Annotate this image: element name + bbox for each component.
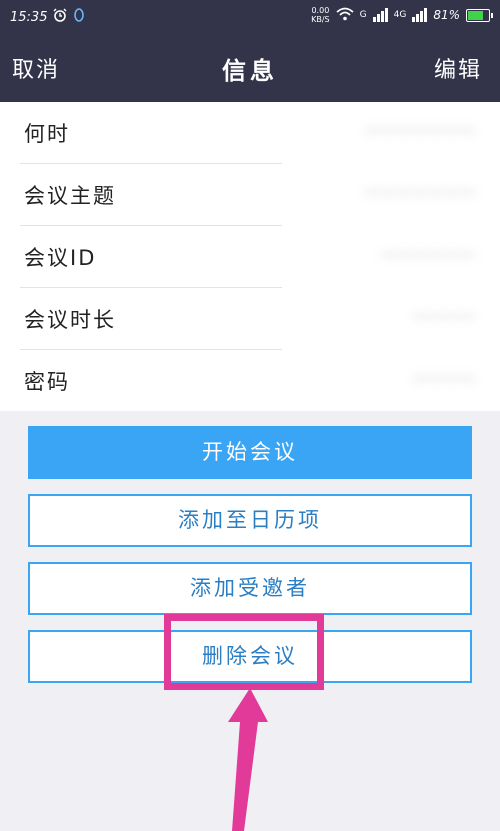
pointer-arrow (228, 688, 268, 831)
